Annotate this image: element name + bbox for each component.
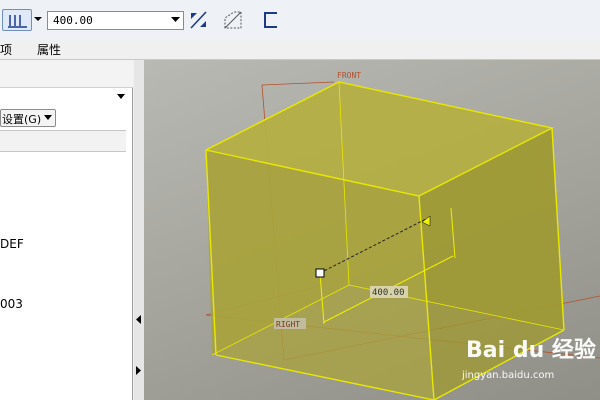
tree-column-header (0, 130, 126, 152)
dimension-value-label[interactable]: 400.00 (372, 288, 405, 298)
depth-type-dropdown[interactable] (33, 13, 43, 25)
front-datum-label: FRONT (337, 71, 361, 80)
chevron-down-icon (34, 17, 42, 21)
drag-handle[interactable] (315, 268, 325, 278)
watermark-logo: Bai du 经验 (466, 338, 596, 363)
remove-material-button[interactable] (222, 9, 246, 31)
chevron-down-icon[interactable] (171, 17, 180, 23)
blind-depth-button[interactable] (2, 9, 32, 31)
tree-item-def[interactable]: DEF (0, 237, 24, 251)
chevron-down-icon[interactable] (117, 94, 125, 100)
tree-item-003[interactable]: 003 (0, 297, 23, 311)
thicken-sketch-icon (264, 12, 277, 28)
right-datum-label: RIGHT (276, 320, 300, 329)
collapse-left-icon[interactable] (135, 315, 142, 324)
panel-top-strip (0, 60, 133, 88)
chevron-down-icon (44, 115, 52, 120)
blind-depth-icon (8, 15, 27, 28)
flip-direction-button[interactable] (187, 9, 211, 31)
flip-direction-icon (190, 11, 207, 29)
settings-label: 设置(G) (2, 113, 42, 126)
depth-value: 400.00 (53, 14, 93, 27)
watermark: Bai du 经验 jingyan.baidu.com (456, 330, 600, 400)
panel-splitter[interactable] (134, 60, 144, 400)
properties-tab[interactable]: 属性 (37, 41, 61, 58)
watermark-url: jingyan.baidu.com (462, 370, 555, 381)
options-tab[interactable]: 项 (0, 41, 12, 58)
remove-material-icon (224, 11, 242, 29)
settings-button[interactable]: 设置(G) (0, 109, 56, 127)
thicken-sketch-button[interactable] (259, 9, 283, 31)
model-tree-panel: 设置(G) DEF 003 (0, 60, 133, 400)
depth-value-combo[interactable]: 400.00 (47, 11, 184, 30)
dashboard-toolbar: 400.00 (0, 0, 600, 40)
expand-right-icon[interactable] (135, 366, 142, 375)
dashboard-menu-row: 项 属性 (0, 40, 600, 60)
